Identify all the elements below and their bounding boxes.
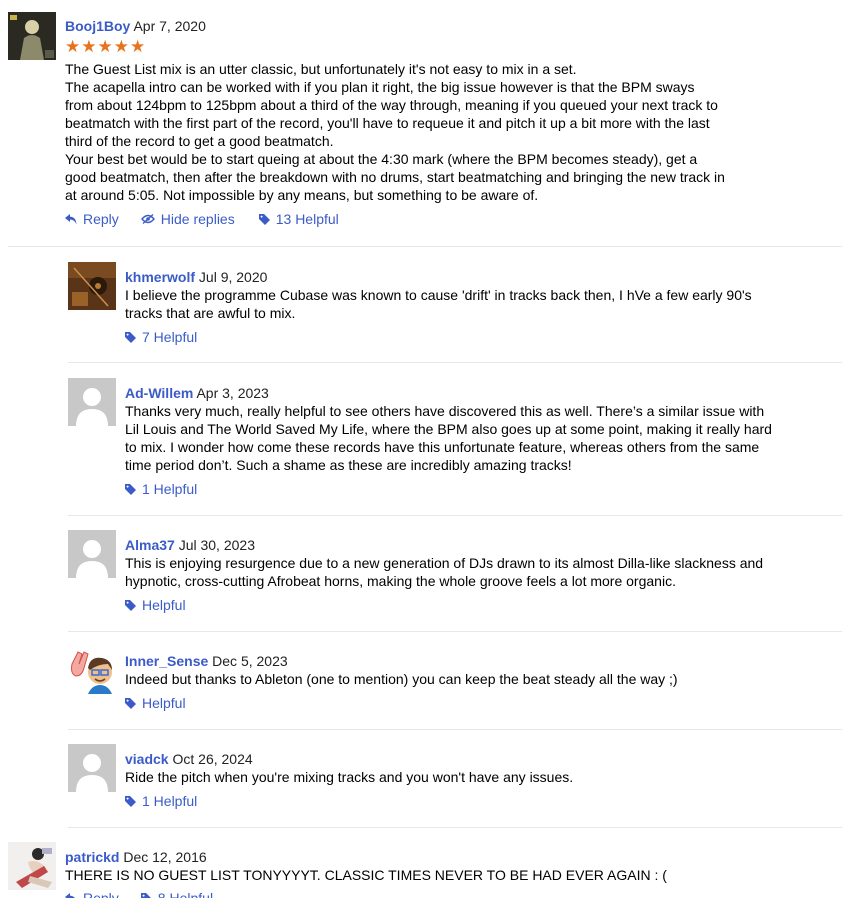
star-icon: ★	[97, 37, 113, 56]
rating-stars: ★ ★ ★ ★ ★	[65, 37, 725, 56]
khmerwolf-avatar[interactable]	[68, 262, 116, 310]
helpful-button[interactable]: 1 Helpful	[125, 480, 197, 498]
reply-text: I believe the programme Cubase was known…	[125, 287, 752, 321]
booj1boy-avatar[interactable]	[8, 12, 56, 60]
helpful-button[interactable]: 8 Helpful	[140, 889, 214, 898]
review-date: Dec 12, 2016	[123, 849, 207, 865]
tag-icon	[125, 483, 136, 495]
patrickd-avatar[interactable]	[8, 842, 56, 890]
helpful-label: Helpful	[142, 597, 186, 613]
helpful-label: 1 Helpful	[142, 793, 198, 809]
default-avatar[interactable]	[68, 530, 116, 578]
star-icon: ★	[113, 37, 129, 56]
reply-date: Apr 3, 2023	[196, 385, 269, 401]
helpful-label: 8 Helpful	[157, 890, 214, 898]
eye-slash-icon	[140, 214, 155, 224]
review-item: patrickd Dec 12, 2016 THERE IS NO GUEST …	[8, 842, 838, 898]
reply-date: Jul 30, 2023	[178, 537, 255, 553]
helpful-button[interactable]: Helpful	[125, 694, 186, 712]
helpful-button[interactable]: 13 Helpful	[258, 210, 339, 228]
star-icon: ★	[65, 37, 81, 56]
tag-icon	[125, 599, 136, 611]
helpful-label: Helpful	[142, 695, 186, 711]
default-avatar[interactable]	[68, 378, 116, 426]
reply-date: Jul 9, 2020	[198, 269, 268, 285]
reply-date: Oct 26, 2024	[172, 751, 253, 767]
separator	[8, 246, 842, 247]
separator	[68, 515, 842, 516]
helpful-label: 1 Helpful	[142, 481, 198, 497]
tag-icon	[125, 331, 136, 343]
reply-text: Thanks very much, really helpful to see …	[125, 403, 772, 473]
reply-username[interactable]: khmerwolf	[125, 269, 195, 285]
tag-icon	[258, 213, 270, 225]
emoji-avatar[interactable]	[68, 646, 116, 694]
separator	[68, 631, 842, 632]
tag-icon	[125, 697, 136, 709]
star-icon: ★	[130, 37, 146, 56]
separator	[68, 827, 842, 828]
helpful-button[interactable]: Helpful	[125, 596, 186, 614]
helpful-label: 7 Helpful	[142, 329, 198, 345]
reply-icon	[65, 892, 77, 898]
reply-text: Ride the pitch when you're mixing tracks…	[125, 769, 574, 785]
reply-label: Reply	[83, 890, 119, 898]
review-paragraph: The acapella intro can be worked with if…	[65, 79, 718, 149]
hide-replies-button[interactable]: Hide replies	[140, 210, 235, 228]
separator	[68, 729, 842, 730]
review-username[interactable]: Booj1Boy	[65, 18, 130, 34]
reply-username[interactable]: viadck	[125, 751, 169, 767]
tag-icon	[140, 892, 152, 898]
review-paragraph: Your best bet would be to start queing a…	[65, 151, 725, 203]
review-paragraph: The Guest List mix is an utter classic, …	[65, 61, 577, 77]
reply-label: Reply	[83, 211, 119, 227]
review-username[interactable]: patrickd	[65, 849, 119, 865]
reply-username[interactable]: Ad-Willem	[125, 385, 193, 401]
review-body: THERE IS NO GUEST LIST TONYYYYT. CLASSIC…	[65, 867, 667, 883]
reply-icon	[65, 213, 77, 225]
helpful-button[interactable]: 1 Helpful	[125, 792, 197, 810]
default-avatar[interactable]	[68, 744, 116, 792]
reply-username[interactable]: Alma37	[125, 537, 175, 553]
review-body: The Guest List mix is an utter classic, …	[65, 60, 725, 204]
separator	[68, 362, 842, 363]
helpful-label: 13 Helpful	[275, 211, 339, 227]
hide-replies-label: Hide replies	[160, 211, 235, 227]
reply-button[interactable]: Reply	[65, 889, 119, 898]
reply-button[interactable]: Reply	[65, 210, 119, 228]
reply-date: Dec 5, 2023	[212, 653, 288, 669]
star-icon: ★	[81, 37, 97, 56]
reply-text: Indeed but thanks to Ableton (one to men…	[125, 671, 678, 687]
reply-text: This is enjoying resurgence due to a new…	[125, 555, 764, 589]
reply-username[interactable]: Inner_Sense	[125, 653, 208, 669]
tag-icon	[125, 795, 136, 807]
helpful-button[interactable]: 7 Helpful	[125, 328, 197, 346]
review-date: Apr 7, 2020	[133, 18, 206, 34]
